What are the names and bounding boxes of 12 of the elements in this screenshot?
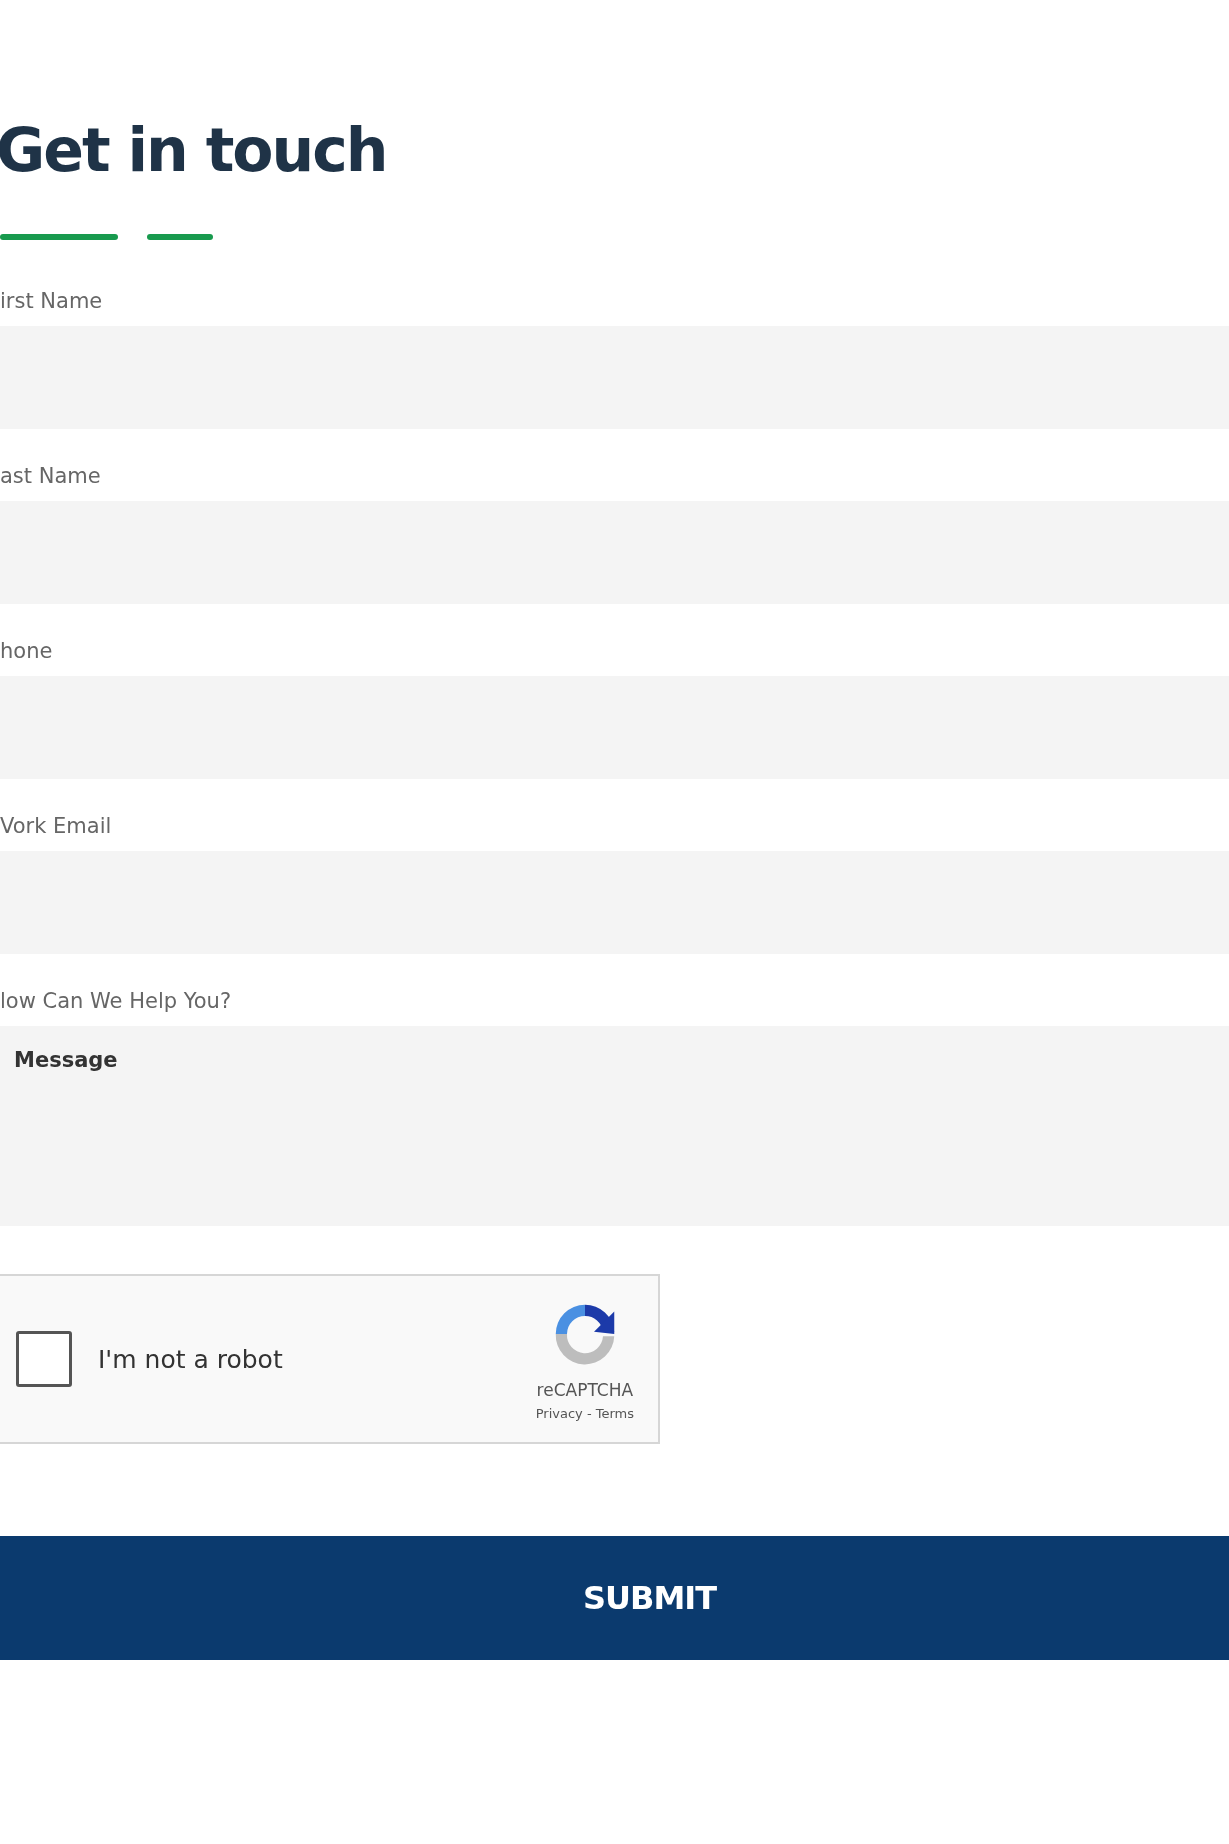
field-label: Vork Email: [0, 813, 112, 840]
checkbox[interactable]: [16, 1331, 72, 1387]
accent-line: [147, 234, 213, 240]
submit-button[interactable]: SUBMIT: [0, 1536, 1229, 1660]
field-label: ast Name: [0, 463, 101, 490]
field-label: irst Name: [0, 288, 103, 315]
field-label: hone: [0, 638, 53, 665]
message-field[interactable]: Message: [0, 1026, 1229, 1226]
privacy-terms-link[interactable]: Privacy - Terms: [535, 1405, 634, 1421]
field-label: low Can We Help You?: [0, 988, 232, 1015]
captcha-label: I'm not a robot: [98, 1344, 284, 1374]
captcha-brand: reCAPTCHA: [536, 1379, 634, 1400]
